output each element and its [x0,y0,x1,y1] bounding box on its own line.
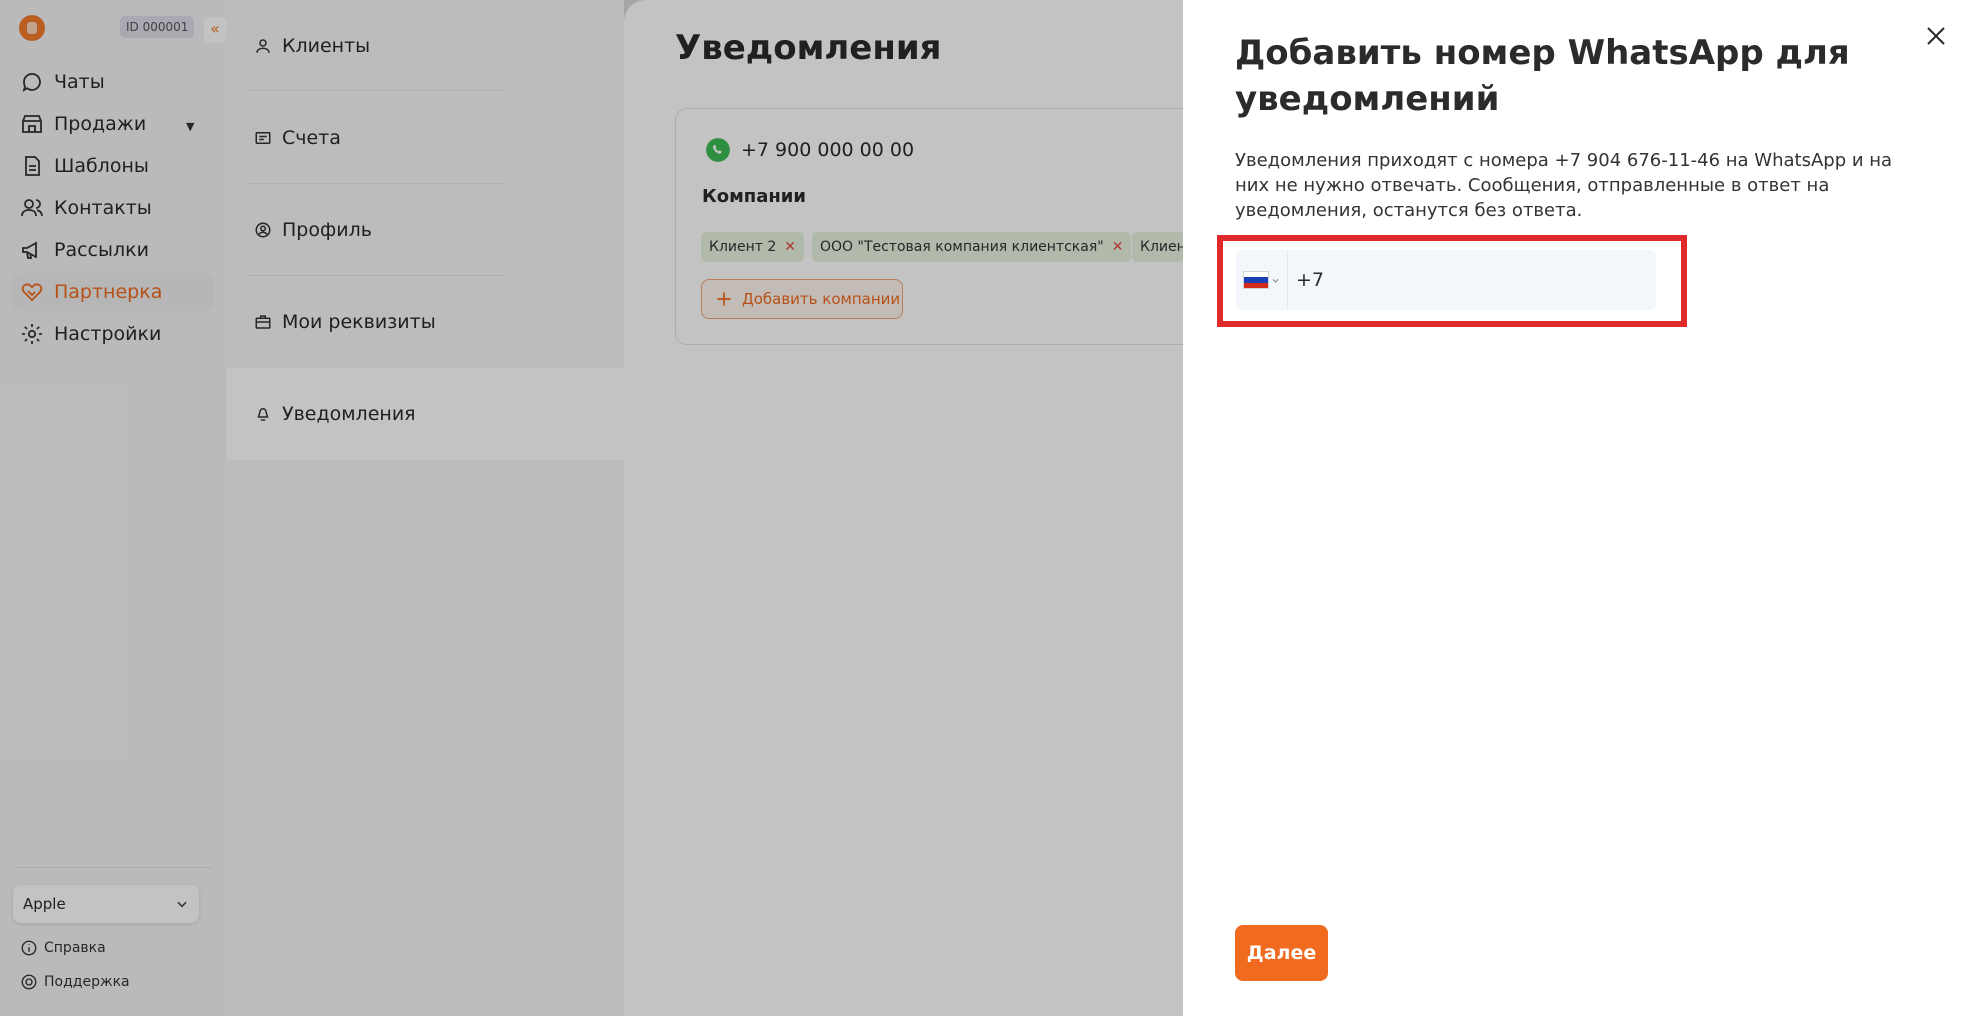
modal-backdrop[interactable] [0,0,1183,1016]
phone-input[interactable] [1288,250,1656,310]
chevron-down-icon [1272,278,1279,283]
country-select[interactable] [1236,250,1288,310]
modal-description: Уведомления приходят с номера +7 904 676… [1235,150,1893,221]
modal-title: Добавить номер WhatsApp для уведомлений [1235,33,1850,119]
phone-field [1236,250,1656,310]
ru-flag-icon [1243,271,1269,289]
close-icon[interactable] [1924,24,1948,48]
next-button[interactable]: Далее [1235,925,1328,981]
